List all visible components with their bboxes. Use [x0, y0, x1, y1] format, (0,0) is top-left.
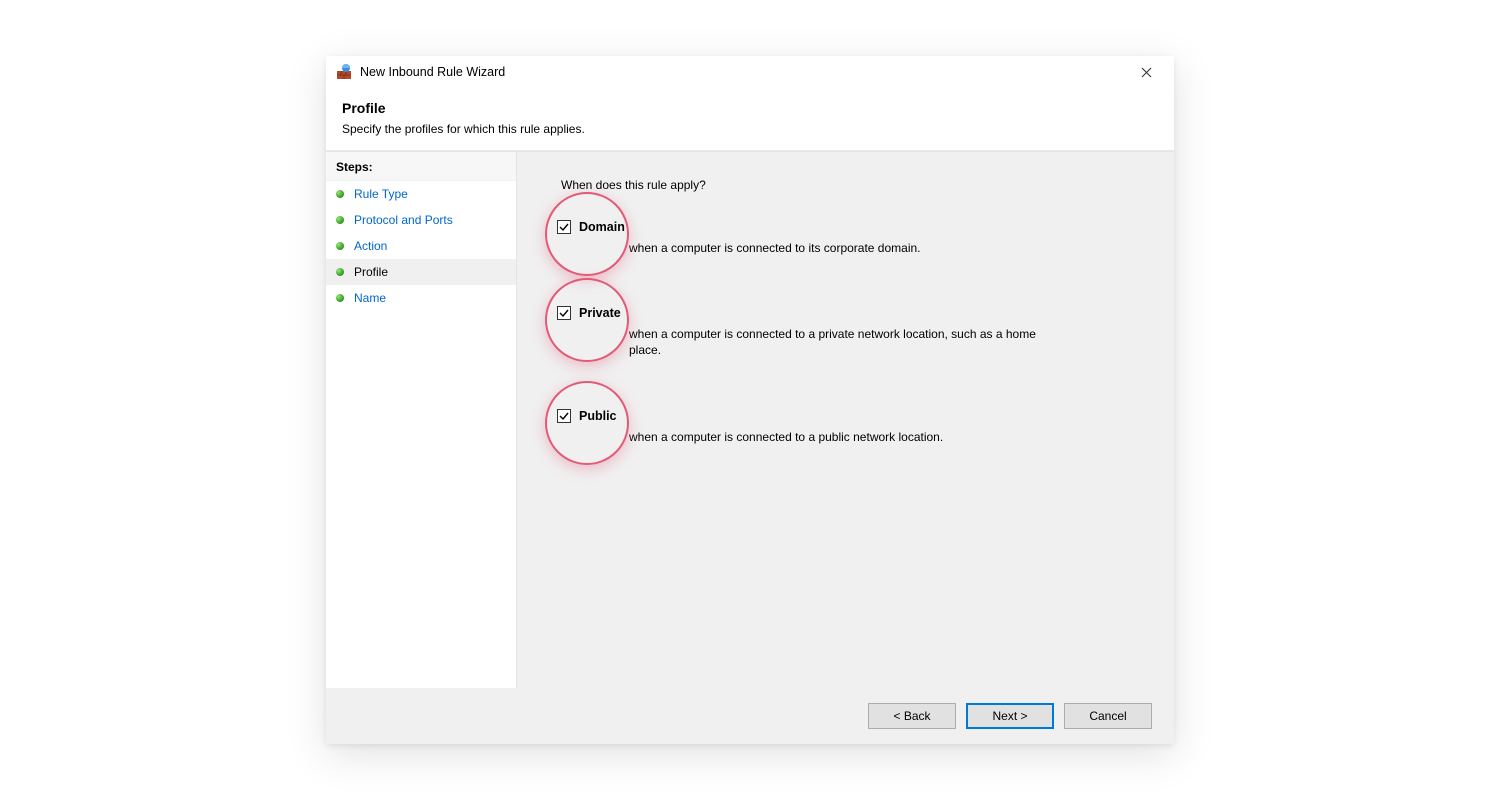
profile-block-private: Private when a computer is connected to … — [557, 306, 1146, 358]
profile-desc-private: when a computer is connected to a privat… — [629, 326, 1099, 358]
step-protocol-and-ports[interactable]: Protocol and Ports — [326, 207, 516, 233]
footer: < Back Next > Cancel — [326, 688, 1174, 744]
profile-block-domain: Domain when a computer is connected to i… — [557, 220, 1146, 256]
checkbox-label-domain[interactable]: Domain — [579, 220, 625, 234]
profile-block-public: Public when a computer is connected to a… — [557, 409, 1146, 445]
next-button[interactable]: Next > — [966, 703, 1054, 729]
titlebar: New Inbound Rule Wizard — [326, 56, 1174, 88]
page-title: Profile — [342, 100, 1158, 116]
step-profile[interactable]: Profile — [326, 259, 516, 285]
checkbox-domain[interactable] — [557, 220, 571, 234]
profile-desc-domain: when a computer is connected to its corp… — [629, 240, 1099, 256]
bullet-icon — [336, 242, 344, 250]
firewall-icon — [336, 64, 352, 80]
step-name[interactable]: Name — [326, 285, 516, 311]
annotation-ring-icon — [545, 381, 629, 465]
bullet-icon — [336, 216, 344, 224]
annotation-ring-icon — [545, 278, 629, 362]
bullet-icon — [336, 268, 344, 276]
checkbox-label-public[interactable]: Public — [579, 409, 617, 423]
step-label: Action — [354, 239, 387, 253]
page-subtitle: Specify the profiles for which this rule… — [342, 122, 1158, 136]
steps-sidebar: Steps: Rule Type Protocol and Ports Acti… — [326, 152, 517, 728]
cancel-button[interactable]: Cancel — [1064, 703, 1152, 729]
body: Steps: Rule Type Protocol and Ports Acti… — [326, 151, 1174, 728]
step-label: Profile — [354, 265, 388, 279]
step-label: Rule Type — [354, 187, 408, 201]
content-pane: When does this rule apply? Domain when a… — [517, 152, 1174, 728]
window-title: New Inbound Rule Wizard — [360, 65, 505, 79]
step-label: Name — [354, 291, 386, 305]
profile-desc-private-line1: when a computer is connected to a privat… — [629, 327, 1036, 341]
checkbox-label-private[interactable]: Private — [579, 306, 621, 320]
profile-desc-private-line2: place. — [629, 343, 661, 357]
profile-desc-public: when a computer is connected to a public… — [629, 429, 1099, 445]
wizard-dialog: New Inbound Rule Wizard Profile Specify … — [326, 56, 1174, 744]
header: Profile Specify the profiles for which t… — [326, 88, 1174, 151]
back-button[interactable]: < Back — [868, 703, 956, 729]
checkbox-public[interactable] — [557, 409, 571, 423]
checkbox-private[interactable] — [557, 306, 571, 320]
step-rule-type[interactable]: Rule Type — [326, 181, 516, 207]
steps-heading: Steps: — [326, 152, 516, 181]
annotation-ring-icon — [545, 192, 629, 276]
close-button[interactable] — [1126, 58, 1166, 86]
bullet-icon — [336, 294, 344, 302]
step-label: Protocol and Ports — [354, 213, 453, 227]
bullet-icon — [336, 190, 344, 198]
step-action[interactable]: Action — [326, 233, 516, 259]
question-text: When does this rule apply? — [561, 178, 1146, 192]
